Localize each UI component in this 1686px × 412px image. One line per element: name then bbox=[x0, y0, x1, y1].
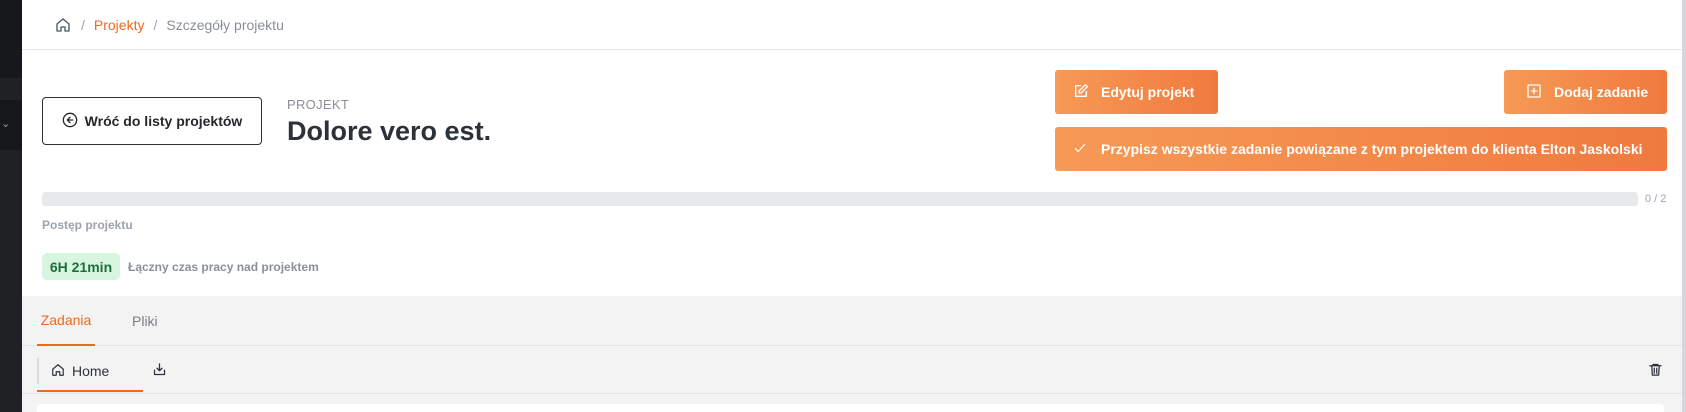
arrow-left-circle-icon bbox=[62, 112, 78, 131]
breadcrumb-separator: / bbox=[153, 16, 158, 33]
folder-home-tab[interactable]: Home bbox=[37, 358, 122, 384]
edit-project-label: Edytuj projekt bbox=[1101, 84, 1195, 100]
breadcrumb: / Projekty / Szczegóły projektu bbox=[22, 0, 1682, 50]
trash-icon[interactable] bbox=[1646, 360, 1664, 378]
project-header: Wróć do listy projektów PROJEKT Dolore v… bbox=[22, 50, 1682, 296]
tab-tasks[interactable]: Zadania bbox=[37, 296, 95, 346]
folder-active-indicator bbox=[37, 390, 143, 392]
folder-toolbar: Home bbox=[22, 346, 1682, 394]
scrollbar[interactable] bbox=[1682, 0, 1686, 412]
add-task-button[interactable]: Dodaj zadanie bbox=[1504, 70, 1667, 114]
home-icon[interactable] bbox=[54, 16, 72, 34]
edit-icon bbox=[1073, 83, 1089, 102]
download-icon[interactable] bbox=[150, 360, 168, 378]
home-icon bbox=[51, 363, 65, 380]
sidebar-strip: ⌄ bbox=[0, 0, 22, 412]
back-to-projects-button[interactable]: Wróć do listy projektów bbox=[42, 97, 262, 145]
project-title: Dolore vero est. bbox=[287, 116, 492, 146]
progress-count: 0 / 2 bbox=[1645, 193, 1667, 205]
breadcrumb-separator: / bbox=[81, 16, 85, 33]
check-icon bbox=[1073, 141, 1087, 158]
sidebar-block bbox=[0, 0, 22, 78]
assign-tasks-label: Przypisz wszystkie zadanie powiązane z t… bbox=[1101, 141, 1643, 157]
plus-square-icon bbox=[1526, 83, 1542, 102]
project-progress-bar bbox=[42, 192, 1638, 206]
total-time-badge: 6H 21min bbox=[42, 253, 120, 280]
project-label: PROJEKT bbox=[287, 97, 350, 112]
folder-home-label: Home bbox=[72, 363, 110, 379]
progress-label: Postęp projektu bbox=[42, 218, 133, 232]
assign-tasks-to-client-button[interactable]: Przypisz wszystkie zadanie powiązane z t… bbox=[1055, 127, 1667, 171]
total-time-label: Łączny czas pracy nad projektem bbox=[128, 260, 319, 274]
edit-project-button[interactable]: Edytuj projekt bbox=[1055, 70, 1218, 114]
add-task-label: Dodaj zadanie bbox=[1554, 84, 1649, 100]
tab-files[interactable]: Pliki bbox=[132, 296, 158, 346]
breadcrumb-current: Szczegóły projektu bbox=[166, 16, 284, 33]
content-panel bbox=[37, 404, 1664, 412]
chevron-down-icon[interactable]: ⌄ bbox=[1, 118, 10, 130]
back-button-label: Wróć do listy projektów bbox=[84, 113, 243, 129]
breadcrumb-projects-link[interactable]: Projekty bbox=[94, 17, 145, 33]
project-tabs: Zadania Pliki bbox=[22, 296, 1682, 346]
